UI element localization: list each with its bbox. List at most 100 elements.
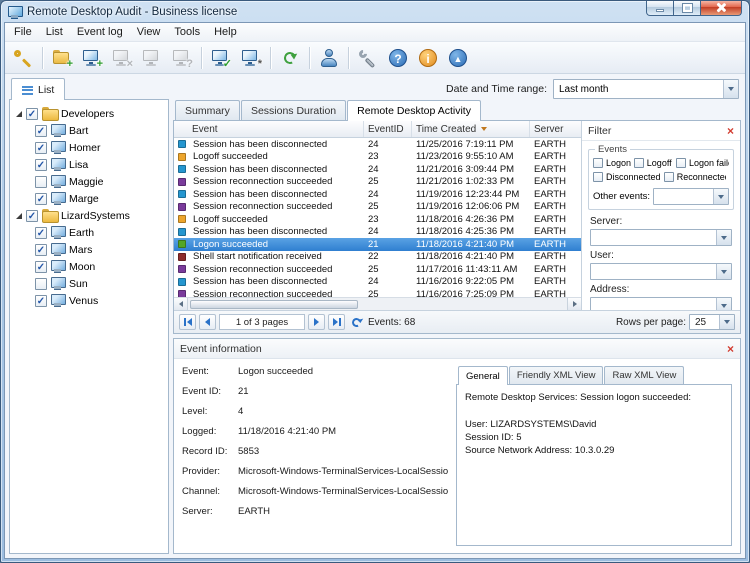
minimize-button[interactable] [646, 1, 674, 16]
horizontal-scrollbar[interactable] [174, 297, 581, 310]
event-row[interactable]: Session reconnection succeeded 25 11/21/20… [174, 176, 581, 189]
checkbox-icon[interactable]: ✓ [35, 226, 47, 239]
checkbox-icon[interactable]: ✓ [35, 260, 47, 273]
help-button[interactable]: ? [384, 45, 412, 71]
filter-checkbox-logon[interactable]: Logon [593, 158, 634, 168]
checkbox-icon[interactable]: ✓ [35, 192, 47, 205]
first-page-button[interactable] [179, 314, 196, 330]
tab-general[interactable]: General [458, 366, 508, 385]
tree-item-maggie[interactable]: Maggie [12, 173, 166, 190]
refresh-button[interactable] [276, 45, 304, 71]
event-row[interactable]: Session has been disconnected 24 11/25/201… [174, 138, 581, 151]
column-header-event[interactable]: Event [174, 121, 364, 137]
rows-per-page-select[interactable]: 25 [689, 314, 735, 330]
close-filter-icon[interactable]: × [727, 125, 734, 137]
tree-item-bart[interactable]: ✓ Bart [12, 122, 166, 139]
checkbox-icon[interactable]: ✓ [35, 243, 47, 256]
dropdown-arrow-icon[interactable] [719, 315, 734, 329]
checkbox-icon[interactable] [633, 158, 644, 168]
tree-item-sun[interactable]: Sun [12, 275, 166, 292]
check-updates-button[interactable]: ▲ [444, 45, 472, 71]
add-computer-button[interactable]: + [78, 45, 106, 71]
event-row[interactable]: Session has been disconnected 24 11/19/201… [174, 188, 581, 201]
tree-item-homer[interactable]: ✓ Homer [12, 139, 166, 156]
checkbox-icon[interactable]: ✓ [35, 158, 47, 171]
tree-item-marge[interactable]: ✓ Marge [12, 190, 166, 207]
titlebar[interactable]: Remote Desktop Audit - Business license [1, 1, 749, 22]
close-button[interactable] [700, 1, 742, 16]
refresh-list-button[interactable] [351, 317, 362, 328]
checkbox-icon[interactable]: ✓ [26, 209, 38, 222]
tree-item-mars[interactable]: ✓ Mars [12, 241, 166, 258]
collect-data-button[interactable]: ✓ [207, 45, 235, 71]
checkbox-icon[interactable] [593, 172, 603, 182]
date-range-select[interactable]: Last month [553, 79, 739, 99]
event-row[interactable]: Session reconnection succeeded 25 11/16/20… [174, 288, 581, 297]
tab-remote-desktop-activity[interactable]: Remote Desktop Activity [347, 100, 481, 121]
tab-sessions-duration[interactable]: Sessions Duration [240, 100, 347, 120]
tree-item-lisa[interactable]: ✓ Lisa [12, 156, 166, 173]
scroll-right-button[interactable] [567, 298, 581, 310]
last-page-button[interactable] [328, 314, 345, 330]
dropdown-arrow-icon[interactable] [723, 80, 738, 98]
column-header-server[interactable]: Server [530, 121, 581, 137]
about-button[interactable]: i [414, 45, 442, 71]
server-filter-select[interactable] [590, 229, 732, 246]
other-events-select[interactable] [653, 188, 729, 205]
checkbox-icon[interactable] [675, 158, 686, 168]
event-row[interactable]: Logoff succeeded 23 11/18/2016 4:26:36 PM E… [174, 213, 581, 226]
dropdown-arrow-icon[interactable] [716, 230, 731, 245]
tree-group-developers[interactable]: ✓ Developers [12, 105, 166, 122]
checkbox-icon[interactable]: ✓ [35, 124, 47, 137]
prev-page-button[interactable] [199, 314, 216, 330]
event-row[interactable]: Shell start notification received 22 11/18… [174, 251, 581, 264]
event-row[interactable]: Session reconnection succeeded 25 11/17/20… [174, 263, 581, 276]
tab-summary[interactable]: Summary [175, 100, 240, 120]
dropdown-arrow-icon[interactable] [713, 189, 728, 204]
tab-list[interactable]: List [11, 78, 66, 100]
scroll-left-button[interactable] [174, 298, 188, 310]
checkbox-icon[interactable] [35, 175, 47, 188]
add-group-button[interactable]: + [48, 45, 76, 71]
maximize-button[interactable] [674, 1, 700, 16]
license-key-button[interactable] [9, 45, 37, 71]
menu-list[interactable]: List [39, 24, 70, 40]
tab-raw-xml-view[interactable]: Raw XML View [604, 366, 685, 384]
menu-help[interactable]: Help [207, 24, 244, 40]
collection-settings-button[interactable]: * [237, 45, 265, 71]
dropdown-arrow-icon[interactable] [716, 298, 731, 310]
tree-group-lizardsystems[interactable]: ✓ LizardSystems [12, 207, 166, 224]
event-row[interactable]: Session has been disconnected 24 11/18/201… [174, 226, 581, 239]
filter-checkbox-logoff[interactable]: Logoff [633, 158, 676, 168]
options-button[interactable] [354, 45, 382, 71]
menu-view[interactable]: View [130, 24, 168, 40]
filter-checkbox-logon-failed[interactable]: Logon failed [675, 158, 729, 168]
tree-item-moon[interactable]: ✓ Moon [12, 258, 166, 275]
expander-icon[interactable] [16, 110, 22, 117]
checkbox-icon[interactable]: ✓ [35, 141, 47, 154]
checkbox-icon[interactable] [593, 158, 603, 168]
menu-file[interactable]: File [7, 24, 39, 40]
close-event-info-icon[interactable]: × [727, 343, 734, 355]
event-row[interactable]: Logoff succeeded 23 11/23/2016 9:55:10 AM E… [174, 151, 581, 164]
filter-checkbox-disconnected[interactable]: Disconnected [593, 172, 664, 182]
menu-event-log[interactable]: Event log [70, 24, 130, 40]
next-page-button[interactable] [308, 314, 325, 330]
checkbox-icon[interactable]: ✓ [26, 107, 38, 120]
event-row[interactable]: Session has been disconnected 24 11/21/201… [174, 163, 581, 176]
column-header-time-created[interactable]: Time Created [412, 121, 530, 137]
event-row[interactable]: Logon succeeded 21 11/18/2016 4:21:40 PM EA… [174, 238, 581, 251]
column-header-eventid[interactable]: EventID [364, 121, 412, 137]
checkbox-icon[interactable]: ✓ [35, 294, 47, 307]
tree-item-earth[interactable]: ✓ Earth [12, 224, 166, 241]
address-filter-select[interactable] [590, 297, 732, 310]
user-filter-select[interactable] [590, 263, 732, 280]
dropdown-arrow-icon[interactable] [716, 264, 731, 279]
filter-checkbox-reconnected[interactable]: Reconnected [663, 172, 726, 182]
tree-item-venus[interactable]: ✓ Venus [12, 292, 166, 309]
user-sessions-button[interactable] [315, 45, 343, 71]
checkbox-icon[interactable] [35, 277, 47, 290]
scroll-thumb[interactable] [190, 299, 358, 309]
page-indicator[interactable]: 1 of 3 pages [219, 314, 305, 330]
checkbox-icon[interactable] [663, 172, 674, 182]
